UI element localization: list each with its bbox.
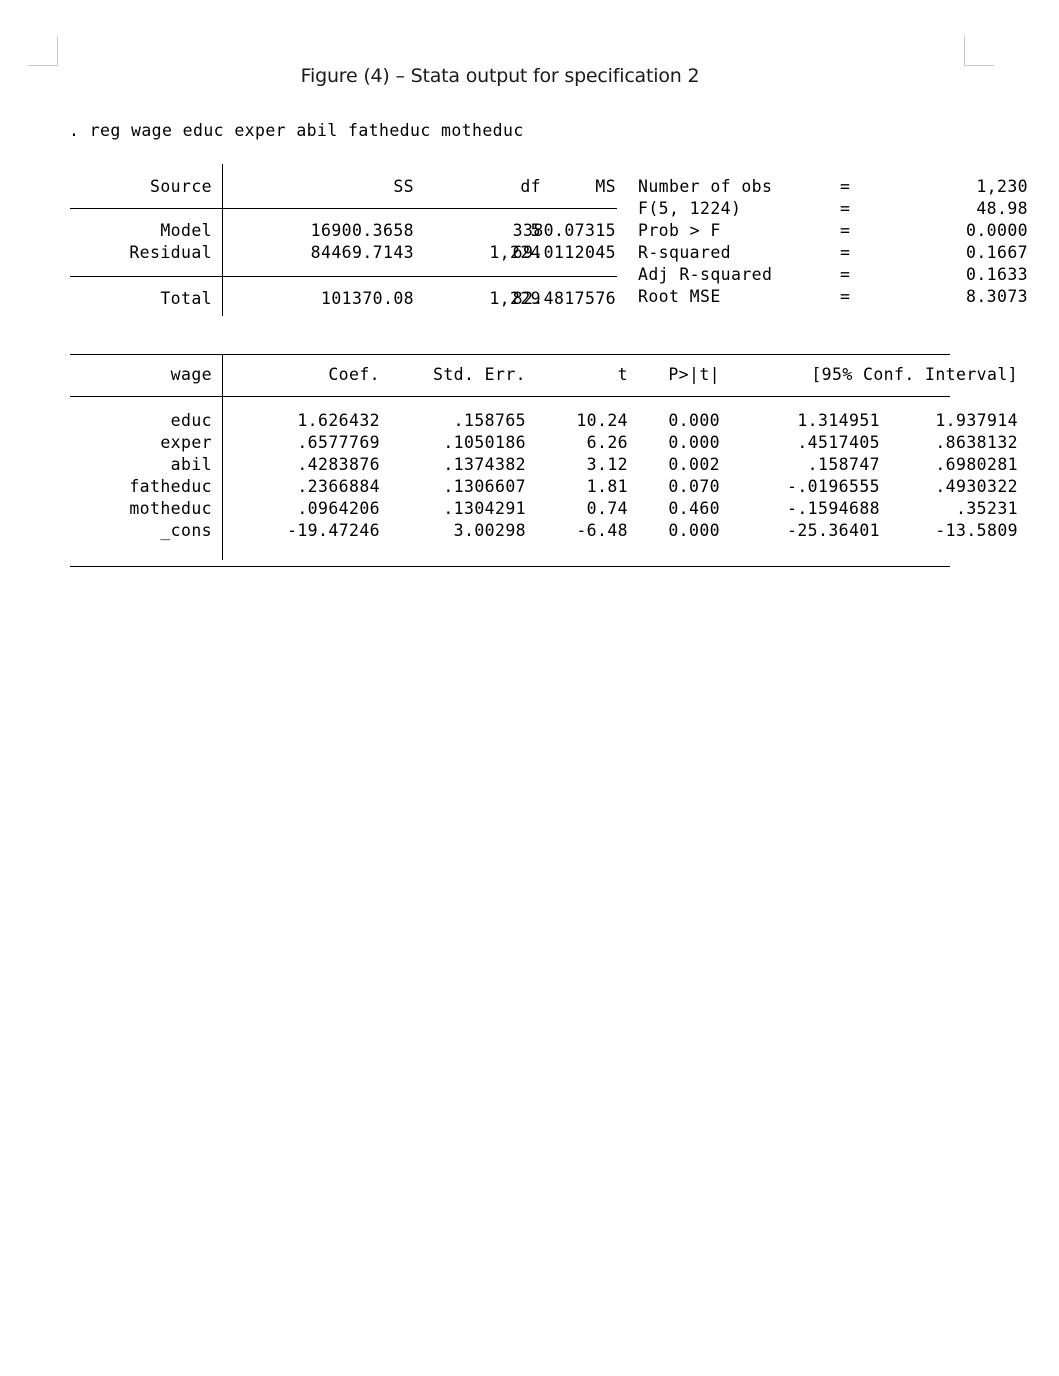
coef-row-ci-high: 1.937914 (935, 411, 1018, 430)
coef-row-ci-low: .4517405 (797, 433, 880, 452)
coef-row-ci-high: .6980281 (935, 455, 1018, 474)
coef-row-coef: .0964206 (297, 499, 380, 518)
coef-header-t: t (617, 365, 628, 384)
stat-equals: = (840, 243, 851, 262)
stat-label: R-squared (638, 243, 732, 262)
coef-row-variable: motheduc (129, 499, 212, 518)
coef-row-variable: exper (160, 433, 212, 452)
coef-row-std-err: .1374382 (443, 455, 526, 474)
anova-vertical-rule (222, 164, 224, 316)
coefficient-table: wage Coef. Std. Err. t P>|t| [95% Conf. … (60, 352, 1020, 572)
coef-header-std-err: Std. Err. (432, 365, 526, 384)
anova-row-ms: 69.0112045 (512, 243, 616, 262)
coef-row-t: 3.12 (586, 455, 628, 474)
anova-total-rule (70, 276, 617, 278)
coef-row-ci-low: -.1594688 (786, 499, 880, 518)
stat-equals: = (840, 265, 851, 284)
anova-row-ms: 82.4817576 (512, 289, 616, 308)
coef-row-pvalue: 0.000 (668, 433, 720, 452)
stat-equals: = (840, 287, 851, 306)
coef-row-variable: abil (170, 455, 212, 474)
coef-row-t: 1.81 (586, 477, 628, 496)
stat-value: 8.3073 (965, 287, 1028, 306)
anova-row-ss: 84469.7143 (310, 243, 414, 262)
coef-row-t: 6.26 (586, 433, 628, 452)
figure-title: Figure (4) – Stata output for specificat… (300, 65, 700, 87)
coef-row-coef: -19.47246 (286, 521, 380, 540)
coef-header-pvalue: P>|t| (668, 365, 720, 384)
stat-value: 0.0000 (965, 221, 1028, 240)
anova-header-source: Source (149, 177, 212, 196)
crop-mark-top-right (964, 36, 994, 66)
stat-label: Root MSE (638, 287, 721, 306)
coef-row-variable: fatheduc (129, 477, 212, 496)
coef-row-ci-low: -.0196555 (786, 477, 880, 496)
coef-row-std-err: .1304291 (443, 499, 526, 518)
coef-row-std-err: .1050186 (443, 433, 526, 452)
anova-row-ms: 3380.07315 (512, 221, 616, 240)
coef-row-pvalue: 0.460 (668, 499, 720, 518)
anova-header-rule (70, 208, 617, 210)
coef-row-pvalue: 0.070 (668, 477, 720, 496)
anova-header-ss: SS (393, 177, 414, 196)
stat-equals: = (840, 221, 851, 240)
crop-mark-top-left (28, 36, 58, 66)
coef-row-variable: _cons (160, 521, 212, 540)
coef-row-ci-high: .35231 (955, 499, 1018, 518)
coef-vertical-rule (222, 355, 224, 560)
coef-row-std-err: .1306607 (443, 477, 526, 496)
coef-row-ci-low: 1.314951 (797, 411, 880, 430)
coef-row-coef: 1.626432 (297, 411, 380, 430)
stat-label: Prob > F (638, 221, 721, 240)
coef-row-pvalue: 0.000 (668, 411, 720, 430)
crop-mark-vertical-rule (964, 36, 965, 66)
coef-row-coef: .6577769 (297, 433, 380, 452)
coef-row-ci-low: .158747 (807, 455, 880, 474)
coef-row-t: 10.24 (576, 411, 628, 430)
stat-value: 0.1667 (965, 243, 1028, 262)
coef-header-coef: Coef. (328, 365, 380, 384)
anova-header-ms: MS (595, 177, 616, 196)
coef-row-t: 0.74 (586, 499, 628, 518)
coef-row-ci-low: -25.36401 (786, 521, 880, 540)
coef-row-coef: .2366884 (297, 477, 380, 496)
anova-row-label: Residual (129, 243, 212, 262)
anova-row-ss: 16900.3658 (310, 221, 414, 240)
coef-row-pvalue: 0.000 (668, 521, 720, 540)
stat-value: 48.98 (976, 199, 1028, 218)
stat-label: Number of obs (638, 177, 773, 196)
coef-header-conf-interval: [95% Conf. Interval] (811, 365, 1018, 384)
stat-value: 0.1633 (965, 265, 1028, 284)
crop-mark-vertical-rule (57, 36, 58, 66)
stat-equals: = (840, 177, 851, 196)
stata-output-block: . reg wage educ exper abil fatheduc moth… (60, 112, 1028, 568)
coef-header-rule (70, 396, 950, 398)
anova-row-label: Model (160, 221, 212, 240)
coef-top-rule (70, 354, 950, 356)
coef-row-ci-high: -13.5809 (935, 521, 1018, 540)
coef-row-t: -6.48 (576, 521, 628, 540)
coef-row-std-err: 3.00298 (453, 521, 526, 540)
coef-row-variable: educ (170, 411, 212, 430)
stat-label: F(5, 1224) (638, 199, 742, 218)
coef-bottom-rule (70, 566, 950, 568)
anova-row-ss: 101370.08 (320, 289, 414, 308)
coef-row-std-err: .158765 (453, 411, 526, 430)
stat-label: Adj R-squared (638, 265, 773, 284)
stat-equals: = (840, 199, 851, 218)
coef-row-pvalue: 0.002 (668, 455, 720, 474)
coef-row-coef: .4283876 (297, 455, 380, 474)
coef-row-ci-high: .8638132 (935, 433, 1018, 452)
anova-row-label: Total (160, 289, 212, 308)
coef-row-ci-high: .4930322 (935, 477, 1018, 496)
stat-value: 1,230 (976, 177, 1028, 196)
stata-command-line: . reg wage educ exper abil fatheduc moth… (69, 121, 524, 140)
coef-header-depvar: wage (170, 365, 212, 384)
